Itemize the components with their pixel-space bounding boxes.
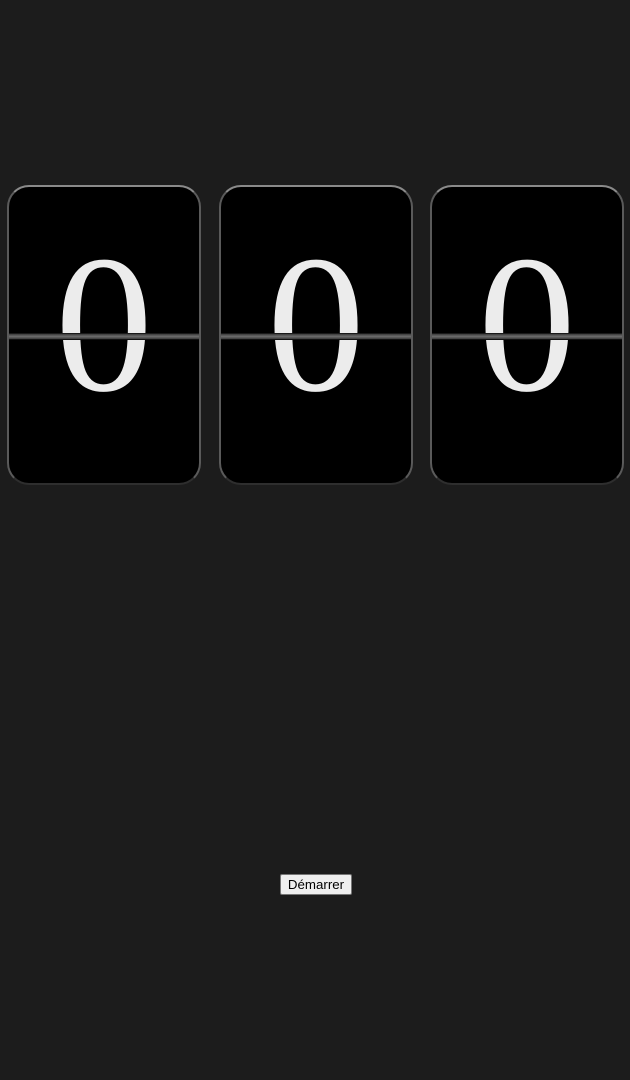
flip-digit-2: 0	[267, 216, 365, 433]
flip-digit-1: 0	[55, 216, 153, 433]
flip-counter: 0 0 0	[7, 185, 625, 485]
flip-card-3: 0	[430, 185, 624, 485]
flip-digit-3: 0	[478, 216, 576, 433]
start-button[interactable]: Démarrer	[280, 874, 352, 895]
flip-split-line	[432, 333, 622, 340]
flip-split-line	[221, 333, 411, 340]
flip-split-line	[9, 333, 199, 340]
flip-card-1: 0	[7, 185, 201, 485]
flip-card-2: 0	[219, 185, 413, 485]
